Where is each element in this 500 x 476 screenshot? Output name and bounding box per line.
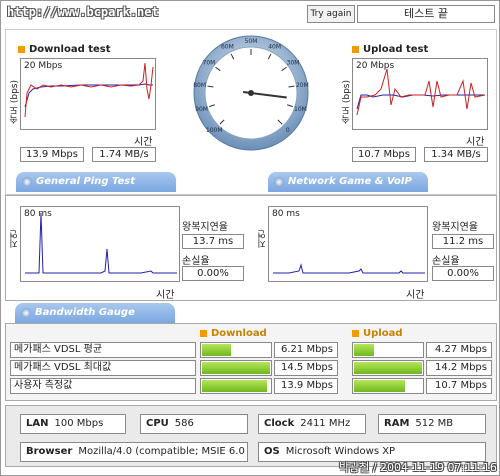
- cpu-info: CPU 586: [140, 414, 248, 434]
- bw-upload-value: 10.7 Mbps: [426, 378, 492, 394]
- gauge-tick-label: 10M: [294, 106, 307, 113]
- bullet-icon: [18, 45, 25, 53]
- gauge-tick-label: 30M: [287, 59, 300, 66]
- tab-bandwidth-gauge[interactable]: Bandwidth Gauge: [15, 303, 175, 323]
- speed-section: Download test 속도 (bps) 20 Mbps 시간 13.9 M…: [5, 29, 497, 207]
- bw-upload-fill: [354, 362, 422, 374]
- download-mbps: 13.9 Mbps: [20, 147, 84, 162]
- ping-rtt-value: 13.7 ms: [182, 234, 244, 249]
- game-rtt-label: 왕복지연율: [432, 222, 478, 233]
- bw-download-value: 6.21 Mbps: [274, 342, 338, 358]
- clock-info: Clock 2411 MHz: [258, 414, 366, 434]
- try-again-button[interactable]: Try again: [307, 5, 355, 23]
- upload-title: Upload test: [352, 44, 428, 55]
- bullet-icon: [200, 329, 207, 337]
- ping-section: 지연 (ms) 80 ms 시간 왕복지연율 13.7 ms 손실율 0.00%…: [5, 195, 497, 301]
- download-time-label: 시간: [134, 137, 153, 148]
- gauge-tick-label: 0: [286, 127, 290, 134]
- game-ymax: 80 ms: [272, 209, 300, 219]
- gauge-tick-label: 100M: [206, 127, 223, 134]
- upload-ymax: 20 Mbps: [356, 61, 395, 71]
- gauge-tick-label: 50M: [245, 38, 258, 45]
- ball-icon: [21, 308, 31, 318]
- download-graph: 20 Mbps: [20, 58, 156, 130]
- bw-upload-header: Upload: [352, 328, 402, 339]
- gauge-tick-label: 20M: [296, 82, 309, 89]
- system-info: LAN 100 Mbps CPU 586 Clock 2411 MHz RAM 512 …: [5, 405, 497, 467]
- ball-icon: [22, 177, 32, 187]
- gauge-dial: 100M 90M 80M 70M 60M 50M 40M 30M 20M 10M 0: [193, 35, 309, 151]
- ping-rtt-label: 왕복지연율: [182, 222, 228, 233]
- ping-loss-label: 손실율: [182, 256, 210, 267]
- game-time-label: 시간: [406, 290, 425, 301]
- ball-icon: [274, 177, 284, 187]
- bw-download-header: Download: [200, 328, 267, 339]
- top-bar: http://www.bcpark.net Try again 테스트 끝: [1, 1, 499, 25]
- lan-info: LAN 100 Mbps: [20, 414, 126, 434]
- bw-upload-bar: [352, 360, 424, 376]
- upload-mbytes: 1.34 MB/s: [424, 147, 488, 162]
- ping-loss-value: 0.00%: [182, 266, 244, 281]
- test-status: 테스트 끝: [357, 5, 495, 23]
- bandwidth-section: Download Upload 메가패스 VDSL 평균 6.21 Mbps 4…: [5, 323, 497, 401]
- upload-mbps: 10.7 Mbps: [352, 147, 416, 162]
- bw-upload-value: 4.27 Mbps: [426, 342, 492, 358]
- game-graph: 80 ms: [268, 206, 428, 282]
- bw-row-label: 메가패스 VDSL 최대값: [10, 360, 196, 376]
- bullet-icon: [352, 329, 359, 337]
- bullet-icon: [352, 45, 359, 53]
- tab-network-game[interactable]: Network Game & VoIP Test: [268, 172, 428, 207]
- bw-download-fill: [202, 380, 267, 392]
- bw-upload-bar: [352, 342, 424, 358]
- download-ymax: 20 Mbps: [24, 61, 63, 71]
- ping-graph: 80 ms: [20, 206, 180, 282]
- gauge-tick-label: 90M: [195, 106, 208, 113]
- upload-graph: 20 Mbps: [352, 58, 488, 130]
- site-url: http://www.bcpark.net: [7, 5, 159, 19]
- bw-download-fill: [202, 344, 231, 356]
- gauge-tick-label: 60M: [221, 44, 234, 51]
- watermark-text: 박광철 / 2004-11-19 07:11:16: [339, 461, 497, 474]
- game-loss-label: 손실율: [432, 256, 460, 267]
- bw-download-fill: [202, 362, 270, 374]
- bw-download-value: 14.5 Mbps: [274, 360, 338, 376]
- gauge-tick-label: 80M: [193, 82, 206, 89]
- bw-row-label: 사용자 측정값: [10, 378, 196, 394]
- bw-upload-bar: [352, 378, 424, 394]
- bw-row-label: 메가패스 VDSL 평균: [10, 342, 196, 358]
- tab-general-ping[interactable]: General Ping Test: [16, 172, 176, 192]
- speed-gauge: 100M 90M 80M 70M 60M 50M 40M 30M 20M 10M 0: [192, 34, 310, 152]
- bw-download-bar: [200, 378, 272, 394]
- download-title: Download test: [18, 44, 111, 55]
- browser-info: Browser Mozilla/4.0 (compatible; MSIE 6.0: [20, 442, 248, 462]
- bw-upload-fill: [354, 344, 374, 356]
- bw-download-value: 13.9 Mbps: [274, 378, 338, 394]
- game-rtt-value: 11.2 ms: [432, 234, 494, 249]
- gauge-tick-label: 70M: [203, 59, 216, 66]
- bw-download-bar: [200, 342, 272, 358]
- game-loss-value: 0.00%: [432, 266, 494, 281]
- bw-upload-fill: [354, 380, 405, 392]
- bw-download-bar: [200, 360, 272, 376]
- ping-time-label: 시간: [156, 290, 175, 301]
- download-mbytes: 1.74 MB/s: [92, 147, 156, 162]
- upload-time-label: 시간: [466, 137, 485, 148]
- speed-test-window: http://www.bcpark.net Try again 테스트 끝 Do…: [0, 0, 500, 476]
- bw-upload-value: 14.2 Mbps: [426, 360, 492, 376]
- gauge-tick-label: 40M: [268, 44, 281, 51]
- ping-ymax: 80 ms: [24, 209, 52, 219]
- ram-info: RAM 512 MB: [378, 414, 486, 434]
